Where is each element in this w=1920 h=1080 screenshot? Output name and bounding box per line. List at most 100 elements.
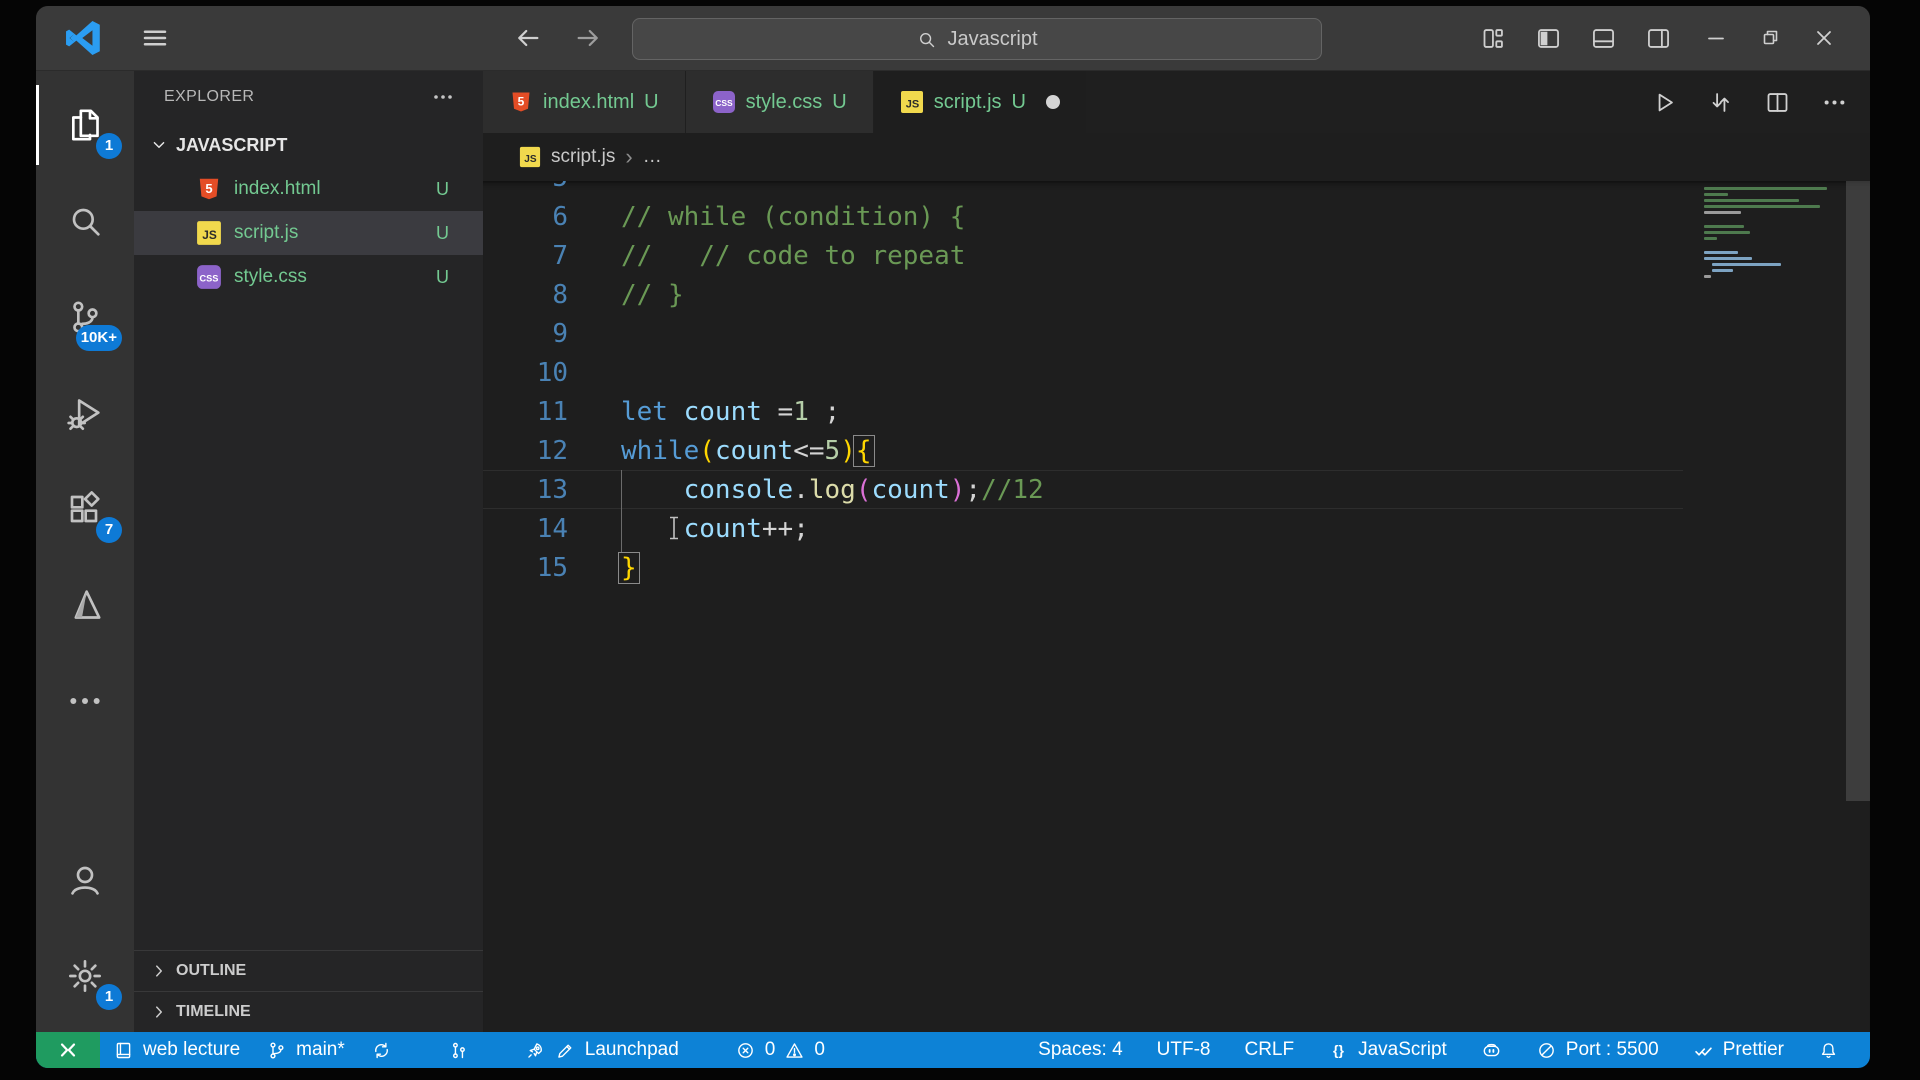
line-number: 12: [483, 436, 568, 466]
more-actions-button[interactable]: [1821, 89, 1848, 116]
svg-text:JS: JS: [906, 99, 919, 111]
section-outline[interactable]: OUTLINE: [134, 950, 483, 991]
activity-more-views[interactable]: [36, 653, 134, 749]
explorer-more-icon[interactable]: [431, 85, 455, 109]
line-number: 9: [483, 319, 568, 349]
status-language[interactable]: {}JavaScript: [1311, 1032, 1464, 1068]
run-button[interactable]: [1650, 89, 1677, 116]
open-changes-button[interactable]: [1707, 89, 1734, 116]
activity-search[interactable]: [36, 173, 134, 269]
line-content: count++;: [621, 514, 809, 544]
mouse-ibeam-cursor: [667, 515, 681, 548]
code-editor[interactable]: 56// while (condition) {7// // code to r…: [483, 181, 1870, 1032]
status-problems[interactable]: 00: [722, 1032, 838, 1068]
line-number: 13: [483, 475, 568, 505]
breadcrumb-file[interactable]: script.js: [551, 146, 615, 168]
git-branch-icon: [266, 1040, 287, 1061]
toggle-panel-button[interactable]: [1590, 25, 1617, 52]
status-label: main*: [296, 1039, 345, 1061]
remote-indicator[interactable]: [36, 1032, 100, 1068]
tab-label: index.html: [543, 91, 634, 114]
tab-git-badge: U: [644, 91, 658, 114]
vscode-logo: [62, 6, 104, 70]
status-branch[interactable]: main*: [253, 1032, 358, 1068]
copilot-button[interactable]: [1336, 6, 1344, 70]
customize-layout-button[interactable]: [1480, 25, 1507, 52]
activity-prism-extension[interactable]: [36, 557, 134, 653]
tab-git-badge: U: [1012, 91, 1026, 114]
badge-extensions: 7: [96, 517, 122, 543]
file-script.js[interactable]: JSscript.jsU: [134, 211, 483, 255]
close-button[interactable]: [1812, 26, 1836, 50]
html-icon: 5: [196, 176, 222, 202]
copilot-icon: [1481, 1040, 1502, 1061]
status-project[interactable]: web lecture: [100, 1032, 253, 1068]
minimize-button[interactable]: [1704, 26, 1728, 50]
status-label: Prettier: [1723, 1039, 1784, 1061]
code-line-11: 11let count =1 ;: [483, 392, 1683, 431]
toggle-secondary-sidebar-button[interactable]: [1645, 25, 1672, 52]
status-encoding[interactable]: UTF-8: [1140, 1032, 1228, 1068]
section-label: OUTLINE: [176, 962, 246, 980]
status-label: UTF-8: [1157, 1039, 1211, 1061]
file-style.css[interactable]: CSSstyle.cssU: [134, 255, 483, 299]
bell-icon: [1818, 1040, 1839, 1061]
window-controls: [1704, 6, 1836, 70]
minimap[interactable]: [1704, 187, 1836, 281]
vertical-scrollbar[interactable]: [1846, 181, 1870, 801]
line-content: while(count<=5){: [621, 436, 872, 466]
code-line-13: 13 console.log(count);//12: [483, 470, 1683, 509]
braces-icon: {}: [1328, 1040, 1349, 1061]
tab-script.js[interactable]: JSscript.jsU: [874, 71, 1086, 133]
dirty-indicator[interactable]: [1046, 95, 1060, 109]
activity-accounts[interactable]: [36, 832, 134, 928]
status-bar: web lecture main* Launchpad 00 Spaces: 4 UTF…: [36, 1032, 1870, 1068]
tab-style.css[interactable]: CSSstyle.cssU: [686, 71, 873, 133]
status-port[interactable]: Port : 5500: [1519, 1032, 1676, 1068]
status-launchpad[interactable]: Launchpad: [512, 1032, 692, 1068]
explorer-sidebar: EXPLORER JAVASCRIPT 5index.htmlUJSscript…: [134, 71, 483, 1032]
line-content: // }: [621, 280, 684, 310]
status-sync[interactable]: [358, 1032, 405, 1068]
status-prettier[interactable]: Prettier: [1676, 1032, 1801, 1068]
breadcrumb-separator: ›: [625, 144, 632, 170]
git-status-badge: U: [436, 267, 449, 288]
maximize-button[interactable]: [1758, 26, 1782, 50]
section-label: TIMELINE: [176, 1003, 251, 1021]
status-copilot[interactable]: [1464, 1032, 1519, 1068]
file-index.html[interactable]: 5index.htmlU: [134, 167, 483, 211]
activity-source-control[interactable]: 10K+: [36, 269, 134, 365]
menu-icon[interactable]: [140, 6, 170, 70]
back-arrow-icon[interactable]: [514, 6, 542, 70]
editor-column: 5index.htmlUCSSstyle.cssUJSscript.jsU JS…: [483, 71, 1870, 1032]
tab-label: style.css: [746, 91, 823, 114]
main-area: 1 10K+ 7 1 EXPLORER JAVASCRIPT 5index.html…: [36, 71, 1870, 1032]
command-center-search[interactable]: Javascript: [632, 18, 1322, 60]
svg-text:5: 5: [518, 95, 525, 109]
split-editor-button[interactable]: [1764, 89, 1791, 116]
svg-text:5: 5: [205, 181, 212, 196]
line-content: let count =1 ;: [621, 397, 840, 427]
activity-run-debug[interactable]: [36, 365, 134, 461]
workspace-folder-label: JAVASCRIPT: [176, 135, 287, 156]
section-timeline[interactable]: TIMELINE: [134, 991, 483, 1032]
status-eol[interactable]: CRLF: [1227, 1032, 1311, 1068]
svg-text:{}: {}: [1333, 1041, 1344, 1057]
line-number: 7: [483, 241, 568, 271]
status-label: web lecture: [143, 1039, 240, 1061]
toggle-primary-sidebar-button[interactable]: [1535, 25, 1562, 52]
vscode-window: Javascript 1 10K+ 7 1 EXPLORER JAVASCRIPT …: [36, 6, 1870, 1068]
activity-settings[interactable]: 1: [36, 928, 134, 1024]
activity-explorer[interactable]: 1: [36, 77, 134, 173]
code-line-12: 12 while(count<=5){: [483, 431, 1683, 470]
breadcrumb-more[interactable]: …: [643, 146, 662, 168]
tab-index.html[interactable]: 5 index.html U: [483, 71, 685, 133]
status-notifications[interactable]: [1801, 1032, 1856, 1068]
workspace-folder-javascript[interactable]: JAVASCRIPT: [134, 123, 483, 167]
status-git-graph[interactable]: [435, 1032, 482, 1068]
status-indentation[interactable]: Spaces: 4: [1021, 1032, 1140, 1068]
status-label: CRLF: [1244, 1039, 1294, 1061]
forward-arrow-icon[interactable]: [574, 6, 602, 70]
activity-extensions[interactable]: 7: [36, 461, 134, 557]
line-number: 5: [483, 181, 568, 193]
